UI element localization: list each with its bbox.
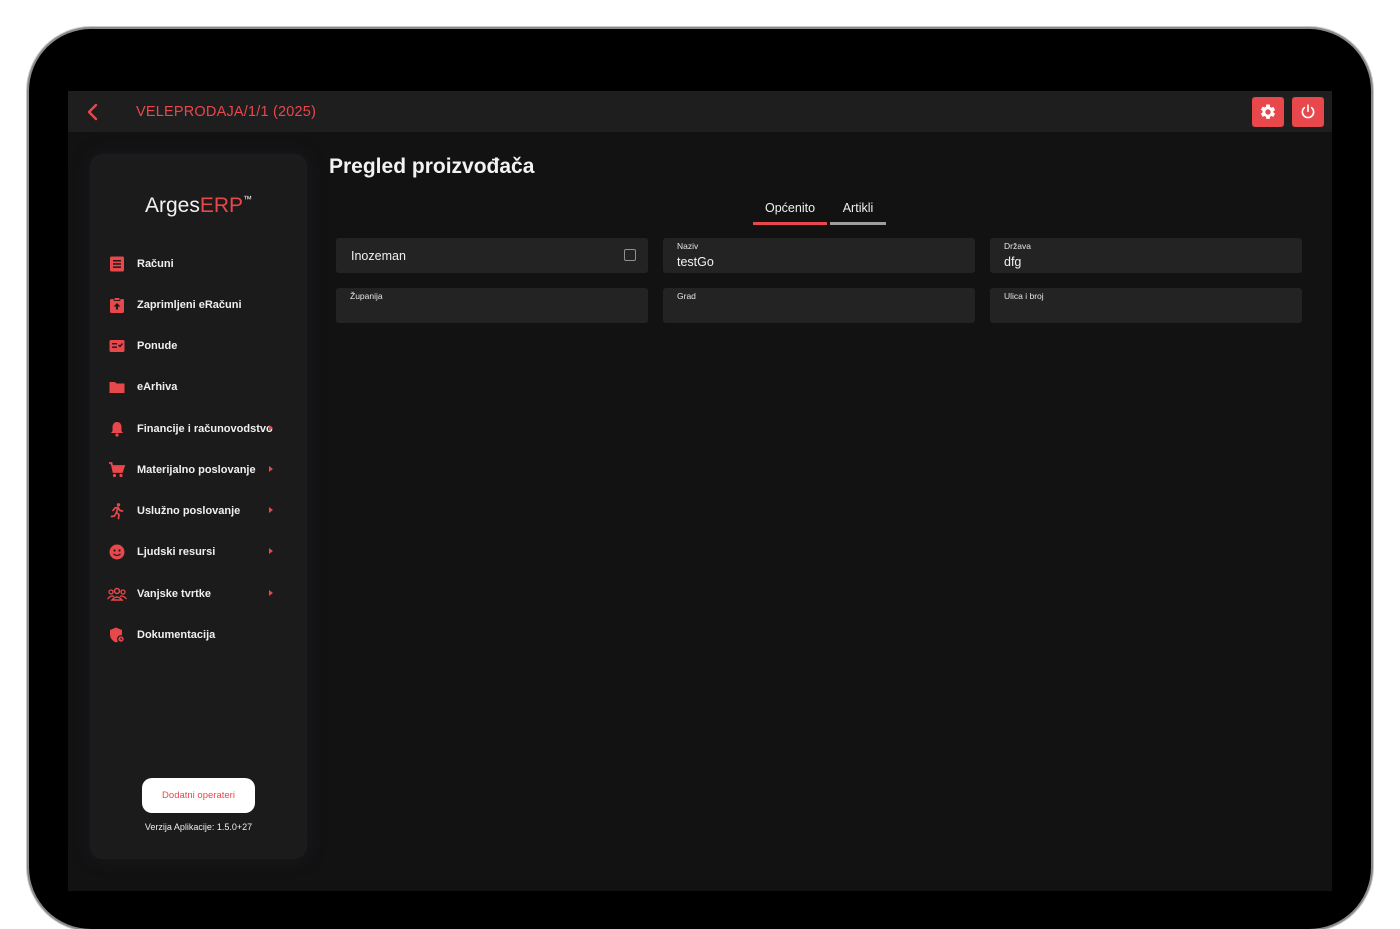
top-app-bar: VELEPRODAJA/1/1 (2025) <box>68 91 1332 132</box>
chevron-right-icon <box>269 590 273 596</box>
sidebar-item-financije[interactable]: Financije i računovodstvo <box>107 415 287 443</box>
inactive-tab-indicator <box>830 222 886 225</box>
country-field[interactable]: Država dfg <box>990 238 1302 273</box>
name-field[interactable]: Naziv testGo <box>663 238 975 273</box>
receipt-icon <box>107 254 127 274</box>
city-field[interactable]: Grad <box>663 288 975 323</box>
checklist-icon <box>107 336 127 356</box>
sidebar: ArgesERP™ Računi Zaprimljeni eRačuni Pon… <box>90 154 307 859</box>
shield-icon <box>107 625 127 645</box>
county-field[interactable]: Županija <box>336 288 648 323</box>
sidebar-item-ponude[interactable]: Ponude <box>107 332 287 360</box>
running-person-icon <box>107 501 127 521</box>
back-button[interactable] <box>80 99 106 125</box>
street-field[interactable]: Ulica i broj <box>990 288 1302 323</box>
app-version: Verzija Aplikacije: 1.5.0+27 <box>144 822 253 832</box>
sidebar-item-vanjske-tvrtke[interactable]: Vanjske tvrtke <box>107 580 287 608</box>
foreign-checkbox[interactable] <box>624 249 636 261</box>
cart-icon <box>107 460 127 480</box>
inbox-clipboard-icon <box>107 295 127 315</box>
app-logo: ArgesERP™ <box>144 194 253 217</box>
page-title: Pregled proizvođača <box>329 155 535 178</box>
chevron-right-icon <box>269 466 273 472</box>
sidebar-item-materijalno[interactable]: Materijalno poslovanje <box>107 456 287 484</box>
face-icon <box>107 542 127 562</box>
bell-icon <box>107 419 127 439</box>
sidebar-item-dokumentacija[interactable]: Dokumentacija <box>107 621 287 649</box>
app-screen: VELEPRODAJA/1/1 (2025) ArgesERP™ Računi <box>68 91 1332 891</box>
settings-button[interactable] <box>1252 97 1284 127</box>
document-title: VELEPRODAJA/1/1 (2025) <box>136 104 317 120</box>
chevron-right-icon <box>269 425 273 431</box>
sidebar-item-zaprimljeni-eracuni[interactable]: Zaprimljeni eRačuni <box>107 291 287 319</box>
chevron-left-icon <box>87 103 98 121</box>
sidebar-item-usluzno[interactable]: Uslužno poslovanje <box>107 497 287 525</box>
gear-icon <box>1260 104 1276 119</box>
tab-opcenito[interactable]: Općenito <box>753 201 827 225</box>
tab-artikli[interactable]: Artikli <box>830 201 886 225</box>
folder-icon <box>107 377 127 397</box>
chevron-right-icon <box>269 507 273 513</box>
foreign-checkbox-field[interactable]: Inozeman <box>336 238 648 273</box>
sidebar-item-ljudski-resursi[interactable]: Ljudski resursi <box>107 538 287 566</box>
power-icon <box>1301 104 1315 119</box>
sidebar-item-earhiva[interactable]: eArhiva <box>107 373 287 401</box>
extra-operators-button[interactable]: Dodatni operateri <box>142 778 255 813</box>
chevron-right-icon <box>269 548 273 554</box>
sidebar-item-racuni[interactable]: Računi <box>107 250 287 278</box>
group-icon <box>107 584 127 604</box>
power-button[interactable] <box>1292 97 1324 127</box>
active-tab-indicator <box>753 222 827 225</box>
